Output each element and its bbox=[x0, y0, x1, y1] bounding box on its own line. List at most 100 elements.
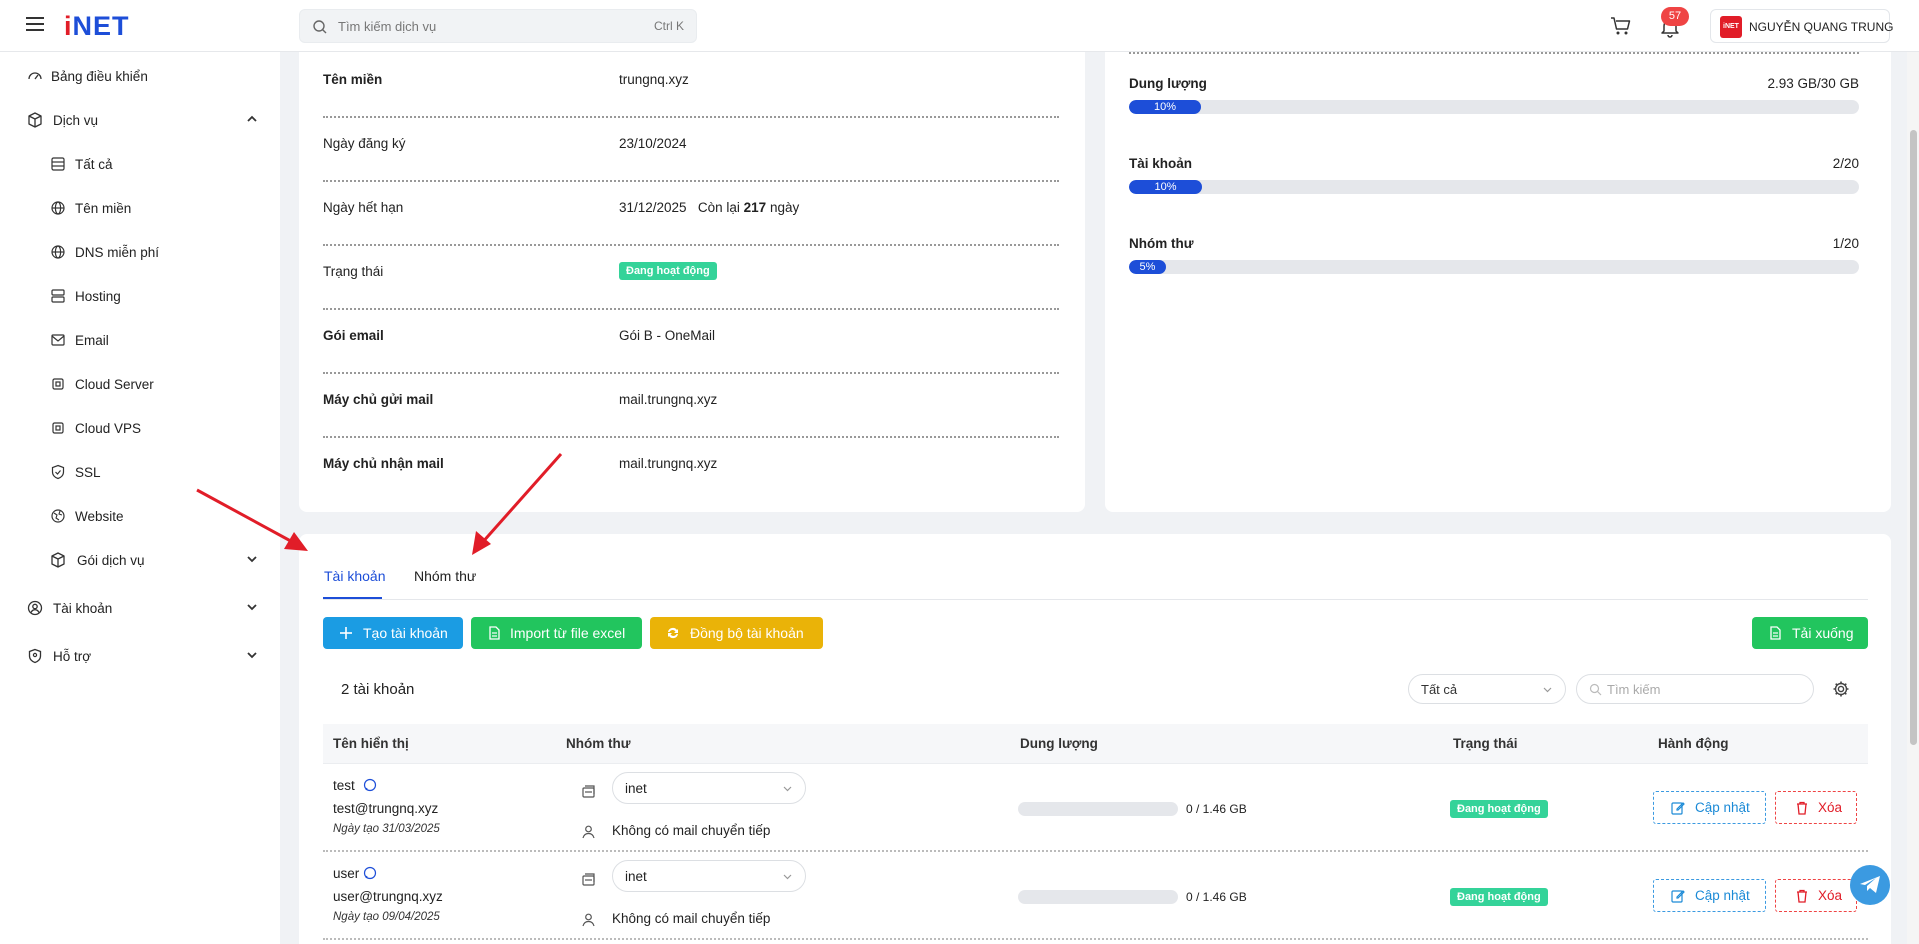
chip-icon bbox=[52, 422, 64, 434]
column-header: Dung lượng bbox=[1020, 736, 1098, 751]
sidebar-item-hosting[interactable]: Hosting bbox=[0, 278, 280, 314]
trash-icon bbox=[1797, 889, 1807, 903]
download-button[interactable]: Tải xuống bbox=[1752, 617, 1868, 649]
sidebar-item-domain[interactable]: Tên miền bbox=[0, 190, 280, 226]
info-key: Gói email bbox=[323, 328, 384, 343]
status-filter-select[interactable]: Tất cả bbox=[1408, 674, 1566, 704]
tab-mail-groups[interactable]: Nhóm thư bbox=[414, 568, 476, 584]
create-account-button[interactable]: Tạo tài khoản bbox=[323, 617, 463, 649]
chevron-up-icon bbox=[247, 115, 257, 122]
globe-icon bbox=[51, 245, 65, 259]
usage-storage: Dung lượng 2.93 GB/30 GB 10% bbox=[1129, 76, 1859, 116]
info-row-email-plan: Gói email Gói B - OneMail bbox=[323, 310, 1059, 374]
info-row-status: Trạng thái Đang hoạt động bbox=[323, 246, 1059, 310]
usage-label: Tài khoản bbox=[1129, 156, 1193, 171]
user-menu[interactable]: iNET NGUYỄN QUANG TRUNG bbox=[1710, 9, 1894, 43]
tab-divider bbox=[323, 599, 1868, 600]
plus-icon bbox=[340, 627, 352, 639]
info-value: trungnq.xyz bbox=[619, 72, 689, 87]
sidebar-item-all[interactable]: Tất cả bbox=[0, 146, 280, 182]
sidebar-item-service-packages[interactable]: Gói dịch vụ bbox=[0, 542, 280, 578]
chevron-down-icon bbox=[247, 556, 257, 563]
sidebar-item-label: Dịch vụ bbox=[53, 113, 99, 128]
info-key: Ngày hết hạn bbox=[323, 200, 404, 215]
status-badge: Đang hoạt động bbox=[1450, 888, 1548, 906]
sidebar-item-label: Tài khoản bbox=[53, 601, 113, 616]
mail-group-select[interactable]: inet bbox=[612, 860, 806, 892]
chat-icon[interactable] bbox=[363, 866, 377, 880]
info-row-expire-date: Ngày hết hạn 31/12/2025 Còn lại 217 ngày bbox=[323, 182, 1059, 246]
sidebar-item-free-dns[interactable]: DNS miễn phí bbox=[0, 234, 280, 270]
info-value: mail.trungnq.xyz bbox=[619, 456, 718, 471]
sidebar-item-dashboard[interactable]: Bảng điều khiển bbox=[0, 58, 280, 94]
account-search-input[interactable]: Tìm kiếm bbox=[1576, 674, 1814, 704]
service-search-input[interactable]: Tìm kiếm dịch vụ Ctrl K bbox=[299, 9, 697, 43]
sidebar-item-website[interactable]: Website bbox=[0, 498, 280, 534]
search-shortcut: Ctrl K bbox=[654, 19, 684, 33]
chat-icon[interactable] bbox=[363, 778, 377, 792]
storage-bar bbox=[1018, 802, 1178, 816]
update-button[interactable]: Cập nhật bbox=[1653, 879, 1766, 912]
edit-icon bbox=[1671, 802, 1685, 815]
sidebar-item-ssl[interactable]: SSL bbox=[0, 454, 280, 490]
avatar: iNET bbox=[1720, 16, 1742, 38]
user-circle-icon bbox=[27, 600, 43, 616]
search-placeholder: Tìm kiếm dịch vụ bbox=[338, 19, 437, 34]
storage-value: 0 / 1.46 GB bbox=[1186, 890, 1247, 904]
mail-group-icon bbox=[582, 785, 595, 798]
info-key: Tên miền bbox=[323, 72, 383, 87]
column-header: Trạng thái bbox=[1453, 736, 1518, 751]
column-header: Hành động bbox=[1658, 736, 1729, 751]
sidebar-item-label: Tên miền bbox=[75, 201, 132, 216]
usage-card: Dung lượng 2.93 GB/30 GB 10% Tài khoản 2… bbox=[1105, 40, 1891, 512]
usage-value: 2.93 GB/30 GB bbox=[1767, 76, 1859, 91]
sidebar-item-label: Tất cả bbox=[75, 157, 113, 172]
help-icon bbox=[28, 648, 42, 664]
usage-groups: Nhóm thư 1/20 5% bbox=[1129, 236, 1859, 276]
user-icon bbox=[582, 913, 595, 927]
storage-bar bbox=[1018, 890, 1178, 904]
gear-icon[interactable] bbox=[1832, 680, 1850, 698]
sidebar-item-cloud-vps[interactable]: Cloud VPS bbox=[0, 410, 280, 446]
usage-label: Dung lượng bbox=[1129, 76, 1207, 91]
scrollbar-thumb[interactable] bbox=[1910, 130, 1917, 745]
telegram-chat-button[interactable] bbox=[1850, 865, 1890, 905]
menu-icon[interactable] bbox=[26, 17, 44, 31]
sidebar-item-services[interactable]: Dịch vụ bbox=[0, 102, 280, 138]
box-icon bbox=[28, 112, 42, 128]
info-row-smtp-server: Máy chủ gửi mail mail.trungnq.xyz bbox=[323, 374, 1059, 438]
info-row-register-date: Ngày đăng ký 23/10/2024 bbox=[323, 118, 1059, 182]
telegram-icon bbox=[1860, 876, 1880, 893]
sidebar: Bảng điều khiển Dịch vụ Tất cả Tên miền … bbox=[0, 52, 280, 944]
sidebar-item-support[interactable]: Hỗ trợ bbox=[0, 638, 280, 674]
update-button[interactable]: Cập nhật bbox=[1653, 791, 1766, 824]
chevron-down-icon bbox=[1543, 687, 1552, 693]
inet-logo[interactable]: iNET bbox=[64, 11, 130, 42]
cart-icon[interactable] bbox=[1610, 16, 1632, 36]
info-key: Máy chủ nhận mail bbox=[323, 456, 444, 471]
chevron-down-icon bbox=[783, 786, 792, 792]
info-key: Trạng thái bbox=[323, 264, 384, 279]
status-badge: Đang hoạt động bbox=[1450, 800, 1548, 818]
server-icon bbox=[51, 289, 65, 303]
sidebar-item-cloud-server[interactable]: Cloud Server bbox=[0, 366, 280, 402]
delete-button[interactable]: Xóa bbox=[1775, 791, 1857, 824]
user-icon bbox=[582, 825, 595, 839]
sync-accounts-button[interactable]: Đồng bộ tài khoản bbox=[650, 617, 823, 649]
sidebar-item-account[interactable]: Tài khoản bbox=[0, 590, 280, 626]
info-key: Máy chủ gửi mail bbox=[323, 392, 434, 407]
sidebar-item-email[interactable]: Email bbox=[0, 322, 280, 358]
mail-group-select[interactable]: inet bbox=[612, 772, 806, 804]
progress-bar: 10% bbox=[1129, 180, 1859, 194]
file-icon bbox=[489, 626, 500, 640]
forwarding-info: Không có mail chuyển tiếp bbox=[612, 823, 771, 838]
import-excel-button[interactable]: Import từ file excel bbox=[471, 617, 642, 649]
trash-icon bbox=[1797, 801, 1807, 815]
delete-button[interactable]: Xóa bbox=[1775, 879, 1857, 912]
web-icon bbox=[51, 509, 65, 523]
user-name: NGUYỄN QUANG TRUNG bbox=[1749, 20, 1894, 34]
tab-accounts[interactable]: Tài khoản bbox=[324, 568, 385, 584]
shield-icon bbox=[51, 464, 65, 480]
sidebar-item-label: Gói dịch vụ bbox=[77, 553, 145, 568]
progress-fill: 10% bbox=[1129, 100, 1201, 114]
